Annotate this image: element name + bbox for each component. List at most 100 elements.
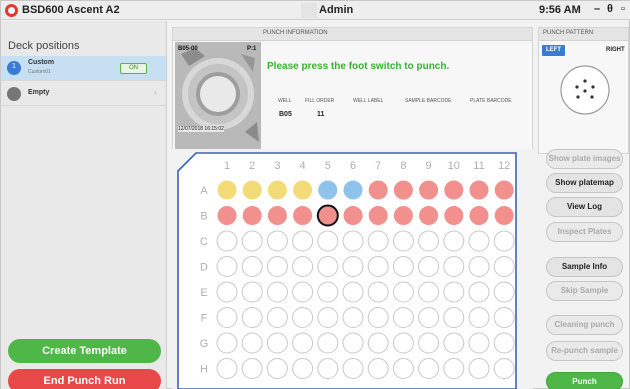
- plate-well-G3[interactable]: [266, 332, 288, 354]
- plate-well-H11[interactable]: [468, 358, 490, 379]
- plate-well-H1[interactable]: [216, 358, 238, 379]
- plate-well-B1[interactable]: [216, 205, 238, 226]
- plate-well-E9[interactable]: [418, 281, 440, 303]
- plate-well-F11[interactable]: [468, 307, 490, 328]
- plate-well-E6[interactable]: [342, 281, 364, 303]
- plate-well-A11[interactable]: [468, 179, 490, 201]
- plate-well-D3[interactable]: [266, 256, 288, 277]
- plate-well-H6[interactable]: [342, 358, 364, 379]
- plate-well-F2[interactable]: [241, 307, 263, 328]
- close-button[interactable]: ▫: [617, 3, 629, 15]
- cleaning-punch-button[interactable]: Cleaning punch: [546, 315, 623, 335]
- plate-well-A4[interactable]: [292, 179, 314, 201]
- plate-well-D6[interactable]: [342, 256, 364, 277]
- plate-well-C11[interactable]: [468, 230, 490, 252]
- pattern-right-button[interactable]: RIGHT: [606, 47, 625, 53]
- plate-well-C1[interactable]: [216, 230, 238, 252]
- view-log-button[interactable]: View Log: [546, 197, 623, 217]
- plate-map[interactable]: 1 2 3 4 5 6 7 8 9 10 11 12ABCDEFGH: [172, 149, 533, 389]
- create-template-button[interactable]: Create Template: [8, 339, 161, 363]
- plate-well-B12[interactable]: [493, 205, 515, 226]
- plate-well-B11[interactable]: [468, 205, 490, 226]
- plate-well-A6[interactable]: [342, 179, 364, 201]
- plate-well-E10[interactable]: [443, 281, 465, 303]
- plate-well-F6[interactable]: [342, 307, 364, 328]
- plate-well-C12[interactable]: [493, 230, 515, 252]
- skip-sample-button[interactable]: Skip Sample: [546, 281, 623, 301]
- plate-well-F7[interactable]: [367, 307, 389, 328]
- plate-well-C8[interactable]: [392, 230, 414, 252]
- plate-well-E8[interactable]: [392, 281, 414, 303]
- plate-well-E3[interactable]: [266, 281, 288, 303]
- plate-well-B2[interactable]: [241, 205, 263, 226]
- plate-well-G7[interactable]: [367, 332, 389, 354]
- maximize-button[interactable]: θ: [604, 3, 616, 15]
- plate-well-G11[interactable]: [468, 332, 490, 354]
- plate-well-B5[interactable]: [316, 204, 339, 227]
- plate-well-A2[interactable]: [241, 179, 263, 201]
- punch-button[interactable]: Punch: [546, 372, 623, 389]
- plate-well-H8[interactable]: [392, 358, 414, 379]
- plate-well-G10[interactable]: [443, 332, 465, 354]
- plate-well-B10[interactable]: [443, 205, 465, 226]
- plate-well-G12[interactable]: [493, 332, 515, 354]
- plate-well-D1[interactable]: [216, 256, 238, 277]
- plate-well-H7[interactable]: [367, 358, 389, 379]
- plate-well-E7[interactable]: [367, 281, 389, 303]
- plate-well-G1[interactable]: [216, 332, 238, 354]
- plate-well-B3[interactable]: [266, 205, 288, 226]
- plate-well-B4[interactable]: [292, 205, 314, 226]
- plate-well-C6[interactable]: [342, 230, 364, 252]
- plate-well-D7[interactable]: [367, 256, 389, 277]
- plate-well-H9[interactable]: [418, 358, 440, 379]
- show-platemap-button[interactable]: Show platemap: [546, 173, 623, 193]
- end-punch-run-button[interactable]: End Punch Run: [8, 369, 161, 389]
- plate-well-H3[interactable]: [266, 358, 288, 379]
- plate-well-B7[interactable]: [367, 205, 389, 226]
- plate-well-G2[interactable]: [241, 332, 263, 354]
- plate-well-C5[interactable]: [317, 230, 339, 252]
- plate-well-D11[interactable]: [468, 256, 490, 277]
- plate-well-A1[interactable]: [216, 179, 238, 201]
- plate-well-F12[interactable]: [493, 307, 515, 328]
- plate-well-F4[interactable]: [292, 307, 314, 328]
- plate-well-D4[interactable]: [292, 256, 314, 277]
- plate-well-C4[interactable]: [292, 230, 314, 252]
- plate-well-F8[interactable]: [392, 307, 414, 328]
- plate-well-A9[interactable]: [418, 179, 440, 201]
- show-plate-images-button[interactable]: Show plate images: [546, 149, 623, 169]
- plate-well-E12[interactable]: [493, 281, 515, 303]
- plate-well-A3[interactable]: [266, 179, 288, 201]
- plate-well-A5[interactable]: [317, 179, 339, 201]
- plate-well-F10[interactable]: [443, 307, 465, 328]
- plate-well-B8[interactable]: [392, 205, 414, 226]
- plate-well-E2[interactable]: [241, 281, 263, 303]
- plate-well-D10[interactable]: [443, 256, 465, 277]
- sample-info-button[interactable]: Sample Info: [546, 257, 623, 277]
- plate-well-D12[interactable]: [493, 256, 515, 277]
- deck-item-custom[interactable]: 1 Custom Custom01 ON: [1, 56, 166, 81]
- repunch-sample-button[interactable]: Re-punch sample: [546, 341, 623, 361]
- plate-well-E1[interactable]: [216, 281, 238, 303]
- plate-well-A7[interactable]: [367, 179, 389, 201]
- plate-well-C10[interactable]: [443, 230, 465, 252]
- plate-well-F3[interactable]: [266, 307, 288, 328]
- plate-well-H5[interactable]: [317, 358, 339, 379]
- plate-well-E4[interactable]: [292, 281, 314, 303]
- plate-well-H12[interactable]: [493, 358, 515, 379]
- plate-well-D9[interactable]: [418, 256, 440, 277]
- deck-on-toggle[interactable]: ON: [120, 63, 147, 74]
- plate-well-H4[interactable]: [292, 358, 314, 379]
- plate-well-F9[interactable]: [418, 307, 440, 328]
- plate-well-E5[interactable]: [317, 281, 339, 303]
- plate-well-A12[interactable]: [493, 179, 515, 201]
- inspect-plates-button[interactable]: Inspect Plates: [546, 222, 623, 242]
- plate-well-G5[interactable]: [317, 332, 339, 354]
- plate-well-G8[interactable]: [392, 332, 414, 354]
- plate-well-C9[interactable]: [418, 230, 440, 252]
- deck-item-empty[interactable]: Empty ›: [1, 82, 166, 106]
- pattern-left-button[interactable]: LEFT: [542, 45, 565, 56]
- plate-well-B9[interactable]: [418, 205, 440, 226]
- plate-well-E11[interactable]: [468, 281, 490, 303]
- plate-well-H2[interactable]: [241, 358, 263, 379]
